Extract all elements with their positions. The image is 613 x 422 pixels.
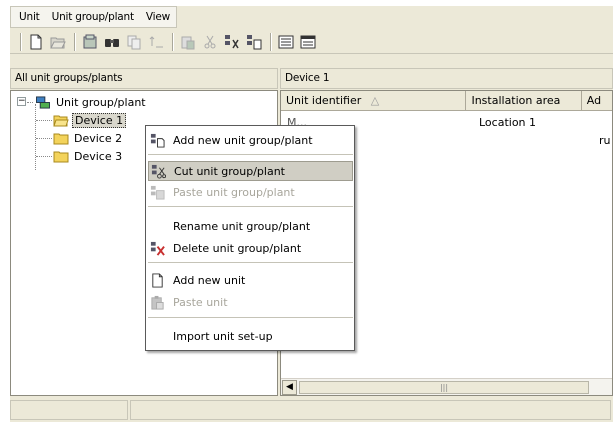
tree-connector xyxy=(27,102,33,103)
menu-item-label: Rename unit group/plant xyxy=(173,219,311,233)
open-button[interactable] xyxy=(48,32,68,52)
open-icon xyxy=(50,37,66,48)
menu-item-label: Add new unit group/plant xyxy=(173,133,313,147)
properties-icon xyxy=(83,34,97,48)
toolbar-grip xyxy=(20,32,22,51)
list-view-button[interactable] xyxy=(276,32,296,52)
menu-separator xyxy=(148,206,353,207)
delete-unit-group-icon xyxy=(149,240,165,256)
tree-connector xyxy=(35,104,36,170)
list-view-icon xyxy=(278,35,294,48)
tree-item-label: Unit group/plant xyxy=(56,95,146,109)
paste-button[interactable] xyxy=(178,32,198,52)
details-view-icon xyxy=(300,35,316,48)
menu-separator xyxy=(148,154,353,155)
status-bar xyxy=(10,400,613,422)
add-unit-group-icon xyxy=(149,132,165,148)
tree-item-device-1[interactable]: Device 1 xyxy=(53,111,127,129)
horizontal-scrollbar[interactable]: ◀ ||| xyxy=(281,378,612,395)
tree-item-device-2[interactable]: Device 2 xyxy=(53,129,124,147)
find-icon xyxy=(105,38,119,47)
sort-icon xyxy=(149,35,163,47)
scroll-left-button[interactable]: ◀ xyxy=(282,380,297,395)
add-unit-group-button[interactable] xyxy=(244,32,264,52)
tree-connector xyxy=(36,138,52,139)
menu-item-delete-unit-group[interactable]: Delete unit group/plant xyxy=(148,238,353,258)
menu-separator xyxy=(148,317,353,318)
paste-unit-group-icon xyxy=(149,184,165,200)
new-button[interactable] xyxy=(26,32,46,52)
open-folder-icon xyxy=(53,115,69,126)
column-label: Unit identifier xyxy=(286,94,362,107)
new-unit-icon xyxy=(149,272,165,288)
sort-ascending-icon: △ xyxy=(370,94,380,107)
unit-group-icon xyxy=(36,95,50,109)
menu-item-label: Import unit set-up xyxy=(173,329,273,343)
folder-icon xyxy=(53,133,69,144)
add-unit-group-icon xyxy=(247,34,262,49)
installation-area-cell: Location 1 xyxy=(479,116,537,129)
menu-item-rename-unit-group[interactable]: Rename unit group/plant xyxy=(148,216,353,236)
menu-view[interactable]: View xyxy=(140,9,176,25)
toolbar-separator xyxy=(172,32,174,51)
menu-item-paste-unit[interactable]: Paste unit xyxy=(148,292,353,312)
right-pane-header: Device 1 xyxy=(280,68,613,89)
status-panel xyxy=(130,400,611,420)
cut-unit-group-button[interactable] xyxy=(222,32,242,52)
toolbar-separator xyxy=(270,32,272,51)
list-header: Unit identifier △ Installation area Ad xyxy=(281,91,612,111)
toolbar xyxy=(10,30,613,54)
copy-button[interactable] xyxy=(124,32,144,52)
paste-icon xyxy=(181,36,195,49)
details-view-button[interactable] xyxy=(298,32,318,52)
address-cell: ru xyxy=(599,134,611,147)
tree-connector xyxy=(36,120,52,121)
find-button[interactable] xyxy=(102,32,122,52)
tree-item-label: Device 1 xyxy=(72,112,127,128)
status-panel xyxy=(10,400,128,420)
menu-item-label: Delete unit group/plant xyxy=(173,241,302,255)
sort-button[interactable] xyxy=(146,32,166,52)
column-header-unit-identifier[interactable]: Unit identifier △ xyxy=(281,91,467,111)
menu-bar: Unit Unit group/plant View xyxy=(10,6,178,28)
menu-unit[interactable]: Unit xyxy=(13,9,46,25)
collapse-toggle[interactable]: − xyxy=(17,97,26,106)
cut-unit-group-icon xyxy=(150,163,166,179)
column-header-address[interactable]: Ad xyxy=(582,91,612,111)
menu-item-label: Cut unit group/plant xyxy=(174,164,285,178)
new-icon xyxy=(30,34,42,49)
tree-connector xyxy=(36,156,52,157)
tree-item-root[interactable]: Unit group/plant xyxy=(35,93,148,111)
folder-icon xyxy=(53,151,69,162)
menu-separator xyxy=(148,262,353,263)
tree-item-device-3[interactable]: Device 3 xyxy=(53,147,124,165)
context-menu: Add new unit group/plant Cut unit group/… xyxy=(145,125,355,351)
menu-item-label: Add new unit xyxy=(173,273,246,287)
menu-item-label: Paste unit group/plant xyxy=(173,185,295,199)
copy-icon xyxy=(127,35,141,49)
menu-item-import-unit-setup[interactable]: Import unit set-up xyxy=(148,326,353,346)
menu-item-add-new-unit-group[interactable]: Add new unit group/plant xyxy=(148,130,353,150)
tree-item-label: Device 3 xyxy=(74,149,123,163)
toolbar-separator xyxy=(74,32,76,51)
menu-item-label: Paste unit xyxy=(173,295,228,309)
paste-unit-icon xyxy=(149,294,165,310)
column-header-installation-area[interactable]: Installation area xyxy=(466,91,582,111)
scroll-thumb[interactable]: ||| xyxy=(299,381,589,394)
cut-button[interactable] xyxy=(200,32,220,52)
left-pane-header: All unit groups/plants xyxy=(10,68,278,89)
cut-unit-group-icon xyxy=(225,34,239,48)
application-window: Unit Unit group/plant View All unit grou… xyxy=(10,6,613,422)
menu-item-cut-unit-group[interactable]: Cut unit group/plant xyxy=(148,161,353,181)
properties-button[interactable] xyxy=(80,32,100,52)
tree-item-label: Device 2 xyxy=(74,131,123,145)
menu-item-add-new-unit[interactable]: Add new unit xyxy=(148,270,353,290)
cut-icon xyxy=(204,35,216,48)
menu-unit-group-plant[interactable]: Unit group/plant xyxy=(46,9,140,25)
menu-item-paste-unit-group[interactable]: Paste unit group/plant xyxy=(148,182,353,202)
